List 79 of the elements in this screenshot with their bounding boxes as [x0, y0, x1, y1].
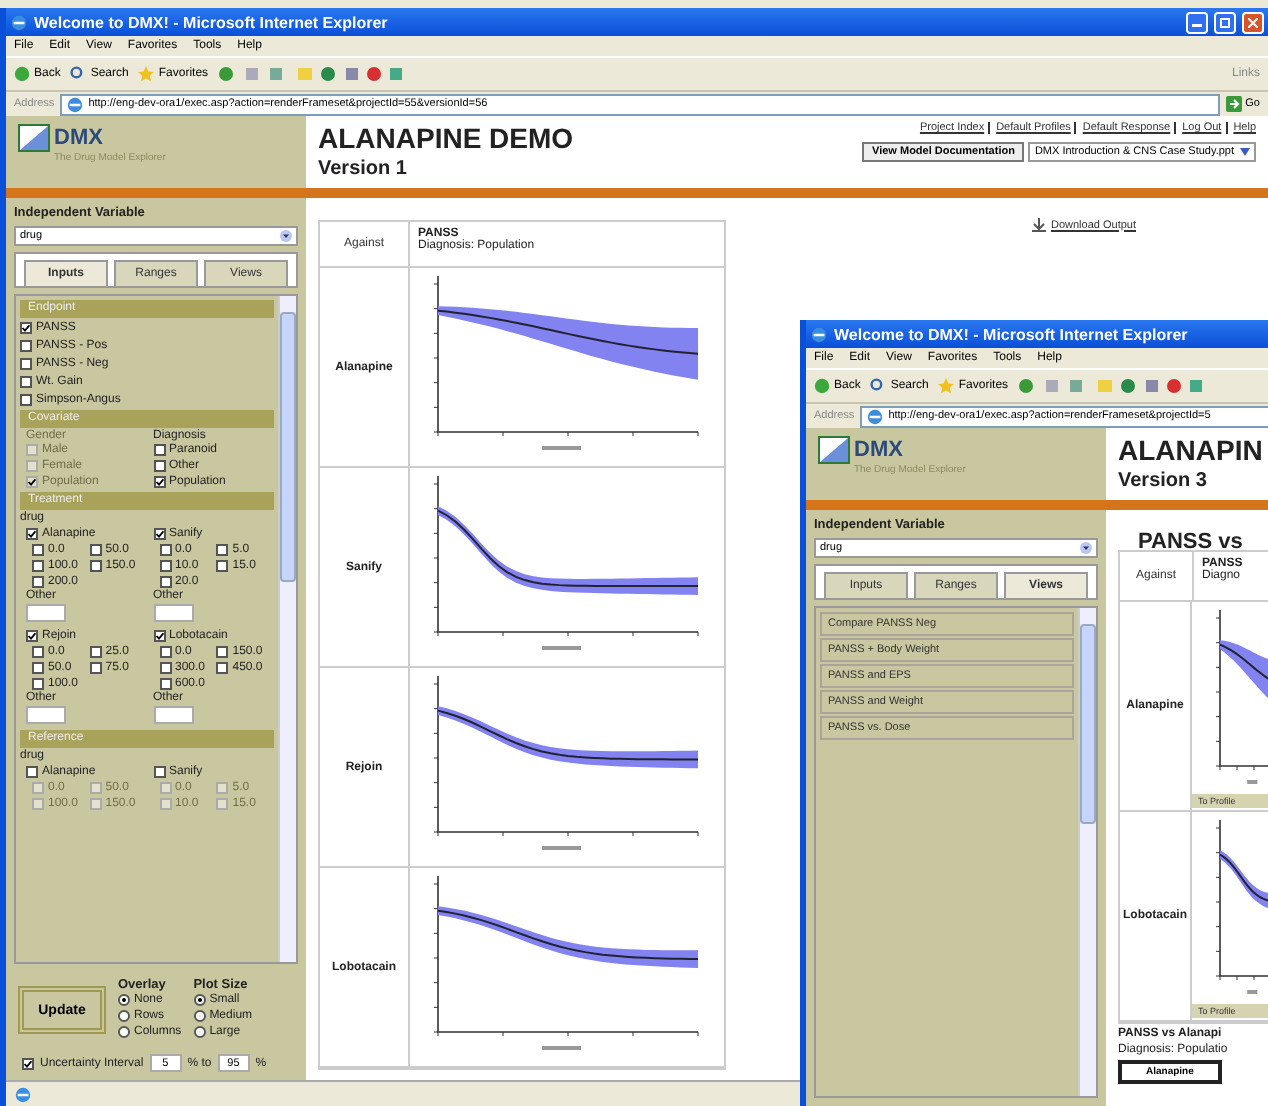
checkbox[interactable] [216, 646, 229, 658]
logo-icon [818, 436, 850, 464]
checkbox[interactable] [216, 662, 229, 674]
search-icon [870, 378, 887, 394]
checkbox[interactable] [20, 394, 32, 406]
checkbox[interactable] [22, 1057, 34, 1069]
logo-name: DMX [854, 438, 903, 462]
checkbox[interactable] [153, 528, 165, 540]
checkbox[interactable] [26, 766, 38, 778]
checkbox[interactable] [20, 358, 32, 370]
star-icon [938, 378, 955, 394]
chart-heading: PANSS vs [1138, 530, 1245, 554]
project-title: ALANAPINE DEMO [318, 122, 574, 154]
checkbox[interactable] [159, 544, 171, 556]
download-icon [1031, 218, 1045, 232]
checkbox[interactable] [89, 662, 102, 674]
checkbox[interactable] [153, 630, 165, 642]
checkbox[interactable] [153, 476, 165, 488]
dropdown-arrow-icon [1080, 542, 1092, 554]
radio-button[interactable] [193, 1010, 206, 1022]
checkbox[interactable] [89, 560, 102, 572]
radio-button[interactable] [193, 1026, 206, 1038]
checkbox[interactable] [159, 662, 171, 674]
dropdown-arrow-icon [280, 230, 292, 242]
checkbox[interactable] [153, 766, 165, 778]
back-icon [14, 66, 30, 82]
radio-button[interactable] [118, 1010, 130, 1022]
back-icon [814, 378, 830, 394]
project-title: ALANAPIN [1118, 434, 1263, 466]
other-field[interactable] [153, 604, 193, 622]
checkbox[interactable] [32, 646, 44, 658]
version-label: Version 3 [1118, 470, 1209, 492]
checkbox[interactable] [159, 646, 171, 658]
checkbox[interactable] [216, 560, 229, 572]
logo-icon [18, 124, 50, 152]
checkbox[interactable] [159, 576, 171, 588]
star-icon [138, 66, 155, 82]
checkbox[interactable] [32, 576, 44, 588]
other-field[interactable] [26, 604, 66, 622]
browser-icon [14, 1085, 32, 1103]
checkbox[interactable] [20, 340, 32, 352]
other-field[interactable] [153, 706, 193, 724]
radio-button[interactable] [118, 994, 130, 1006]
window-title: Welcome to DMX! - Microsoft Internet Explorer [806, 320, 1268, 348]
maximize-button[interactable] [1214, 11, 1236, 33]
close-button[interactable] [1242, 11, 1264, 33]
browser-icon [10, 13, 28, 31]
checkbox[interactable] [153, 444, 165, 456]
checkbox[interactable] [20, 322, 32, 334]
go-icon [1225, 96, 1242, 112]
checkbox[interactable] [32, 560, 44, 572]
checkbox[interactable] [32, 662, 44, 674]
checkbox[interactable] [89, 544, 102, 556]
radio-button[interactable] [118, 1026, 130, 1038]
checkbox[interactable] [216, 544, 229, 556]
window-title: Welcome to DMX! - Microsoft Internet Explorer [6, 8, 1268, 36]
checkbox[interactable] [20, 376, 32, 388]
checkbox[interactable] [159, 560, 171, 572]
scrollbar[interactable] [278, 296, 296, 962]
search-icon [70, 66, 87, 82]
logo-name: DMX [54, 126, 103, 150]
browser-icon [866, 407, 885, 425]
checkbox[interactable] [26, 630, 38, 642]
browser-icon [810, 325, 828, 343]
checkbox[interactable] [89, 646, 102, 658]
checkbox[interactable] [153, 460, 165, 472]
dropdown-arrow-icon [1240, 148, 1250, 156]
close-icon [1248, 17, 1258, 27]
checkbox[interactable] [26, 528, 38, 540]
checkbox[interactable] [32, 544, 44, 556]
radio-button[interactable] [193, 994, 206, 1006]
checkbox[interactable] [32, 678, 44, 690]
browser-icon [66, 95, 85, 113]
version-label: Version 1 [318, 158, 409, 180]
maximize-icon [1220, 17, 1230, 27]
checkbox[interactable] [159, 678, 171, 690]
other-field[interactable] [26, 706, 66, 724]
scrollbar[interactable] [1078, 608, 1096, 1096]
minimize-button[interactable] [1186, 11, 1208, 33]
